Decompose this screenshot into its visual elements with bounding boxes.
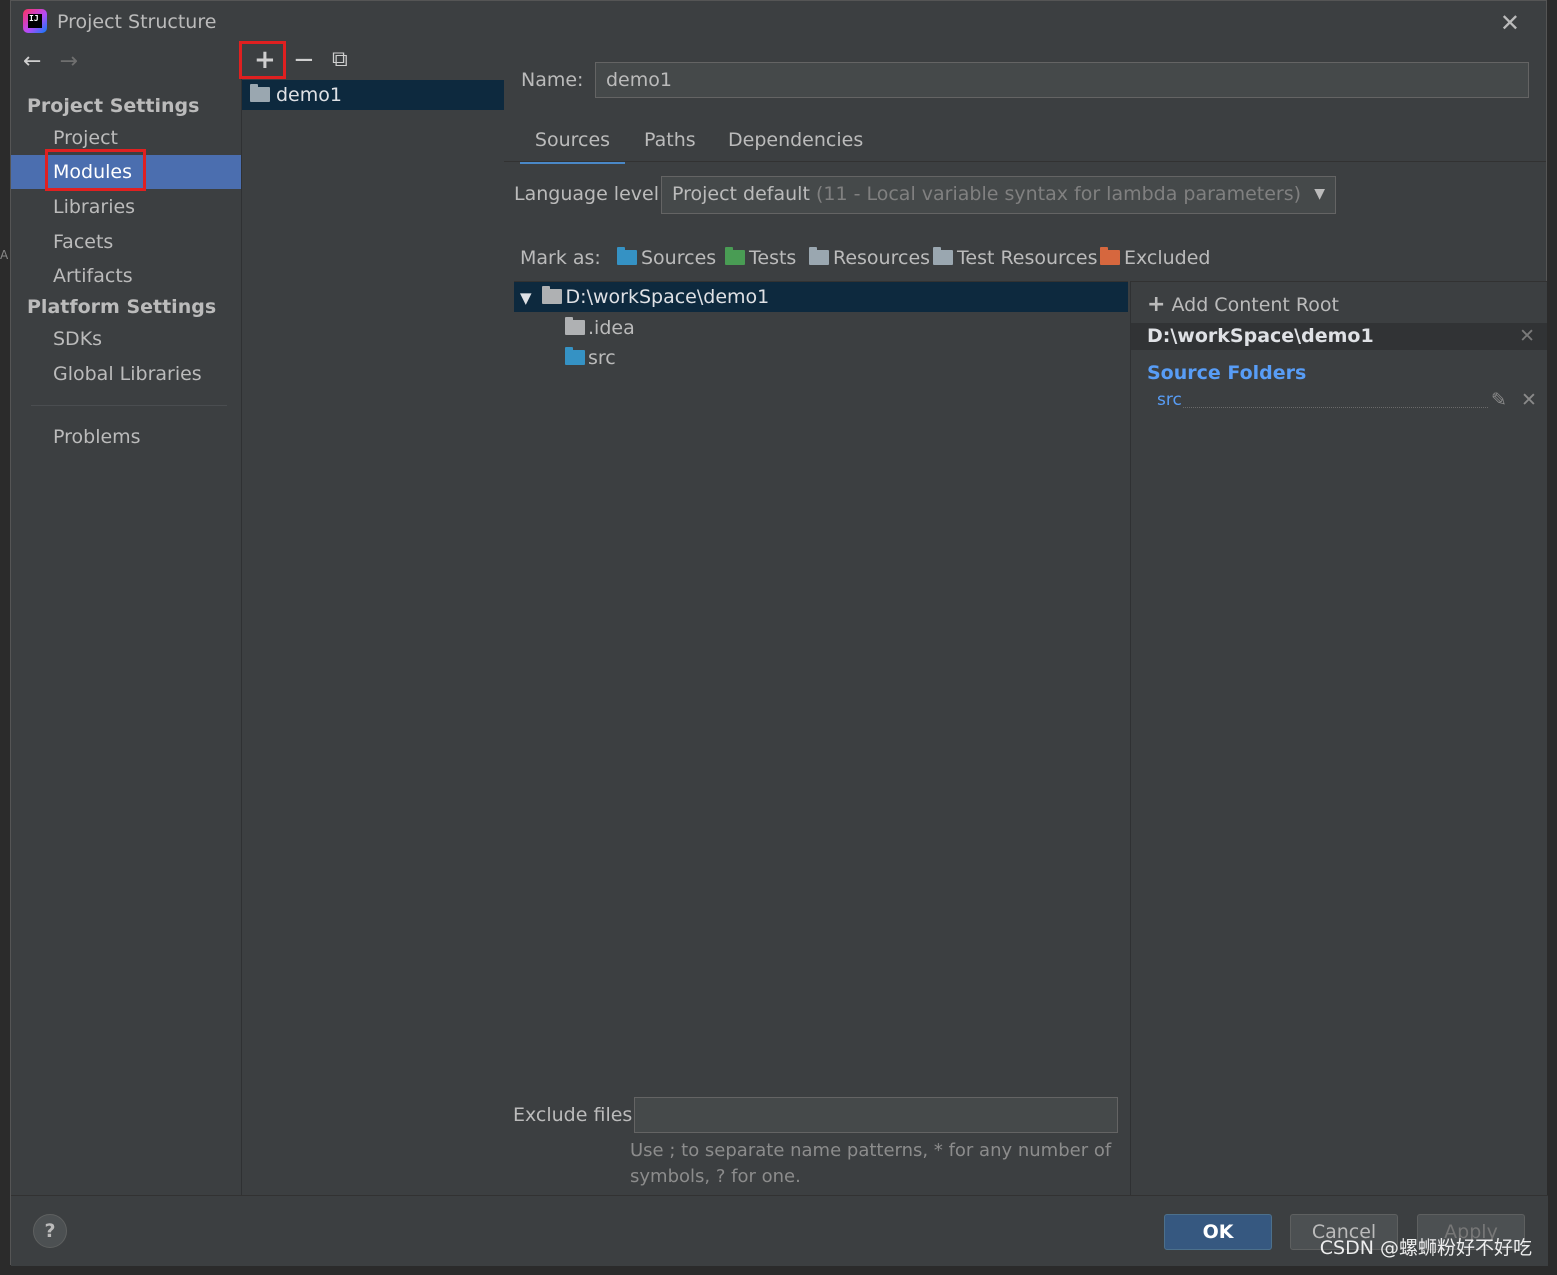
ok-button[interactable]: OK [1164, 1214, 1272, 1250]
nav-item-sdks[interactable]: SDKs [11, 322, 241, 356]
tree-row-src[interactable]: src [514, 343, 1128, 373]
module-folder-icon [250, 84, 270, 102]
plus-icon: + [1147, 292, 1166, 317]
module-name: demo1 [276, 84, 342, 106]
excluded-folder-icon [1100, 247, 1120, 265]
mark-as-label: Mark as: [520, 247, 601, 269]
mark-sources-button[interactable]: Sources [617, 247, 716, 269]
source-folder-src[interactable]: src [1157, 390, 1182, 410]
name-label: Name: [521, 69, 584, 91]
exclude-hint-line1: Use ; to separate name patterns, * for a… [630, 1140, 1112, 1161]
dropdown-caret-icon: ▼ [1314, 186, 1325, 202]
content-root-tree: ▼ D:\workSpace\demo1 .idea src Exclude fi… [513, 281, 1128, 1196]
project-settings-heading: Project Settings [27, 95, 200, 117]
settings-nav: ← → Project Settings Project Modules Libr… [11, 43, 241, 1195]
help-button[interactable]: ? [33, 1214, 67, 1248]
content-root-path: D:\workSpace\demo1 [1147, 325, 1374, 347]
tab-sources[interactable]: Sources [520, 119, 625, 164]
add-content-root-button[interactable]: + Add Content Root [1147, 292, 1339, 317]
forward-arrow-icon[interactable]: → [59, 49, 77, 74]
edge-letter: A [0, 248, 9, 262]
language-level-detail: (11 - Local variable syntax for lambda p… [815, 183, 1302, 205]
add-content-root-label: Add Content Root [1171, 294, 1339, 316]
language-level-select[interactable]: Project default (11 - Local variable syn… [661, 176, 1336, 214]
close-icon[interactable]: ✕ [1500, 9, 1520, 37]
tree-root-row[interactable]: ▼ D:\workSpace\demo1 [514, 282, 1128, 312]
csdn-watermark: CSDN @螺蛳粉好不好吃 [1319, 1237, 1532, 1259]
remove-module-button[interactable]: − [293, 45, 315, 75]
back-arrow-icon[interactable]: ← [23, 49, 41, 74]
nav-item-artifacts[interactable]: Artifacts [11, 259, 241, 293]
mark-tests-label: Tests [749, 247, 797, 269]
remove-source-folder-icon[interactable]: ✕ [1521, 389, 1537, 411]
tests-folder-icon [725, 247, 745, 265]
exclude-hint-line2: symbols, ? for one. [630, 1166, 801, 1187]
language-level-value: Project default [672, 183, 810, 205]
mark-resources-button[interactable]: Resources [809, 247, 930, 269]
sources-folder-icon [617, 247, 637, 265]
src-folder-icon [565, 347, 585, 365]
nav-item-libraries[interactable]: Libraries [11, 190, 241, 224]
nav-item-global-libraries[interactable]: Global Libraries [11, 357, 241, 391]
expand-caret-icon[interactable]: ▼ [520, 289, 532, 307]
module-list-item[interactable]: demo1 [242, 80, 504, 110]
module-name-field[interactable]: demo1 [595, 62, 1529, 98]
tab-divider [504, 161, 1546, 162]
language-level-label: Language level: [514, 183, 666, 205]
module-list-panel: + − ⧉ demo1 [239, 41, 505, 1195]
tree-root-label: D:\workSpace\demo1 [565, 286, 770, 308]
test-resources-folder-icon [933, 247, 953, 265]
tree-row-idea[interactable]: .idea [514, 313, 1128, 343]
content-root-header: D:\workSpace\demo1 ✕ [1131, 323, 1547, 350]
mark-test-resources-button[interactable]: Test Resources [933, 247, 1098, 269]
mark-excluded-label: Excluded [1124, 247, 1211, 269]
mark-excluded-button[interactable]: Excluded [1100, 247, 1211, 269]
tab-paths[interactable]: Paths [644, 119, 696, 161]
resources-folder-icon [809, 247, 829, 265]
exclude-files-field[interactable] [634, 1097, 1118, 1133]
intellij-logo-icon: IJ [23, 9, 47, 33]
content-root-panel: + Add Content Root D:\workSpace\demo1 ✕ … [1130, 281, 1547, 1196]
mark-tests-button[interactable]: Tests [725, 247, 796, 269]
title-bar: IJ Project Structure ✕ [11, 1, 1546, 43]
tree-src-label: src [588, 347, 616, 369]
mark-sources-label: Sources [641, 247, 717, 269]
desktop-strip [0, 0, 10, 1275]
window-title: Project Structure [57, 11, 217, 33]
source-folders-heading: Source Folders [1147, 362, 1307, 384]
source-folder-dotted-line [1183, 407, 1488, 408]
root-folder-icon [541, 286, 562, 304]
module-toolbar: + − ⧉ [239, 41, 504, 79]
module-settings-panel: Name: demo1 Sources Paths Dependencies L… [504, 43, 1547, 1196]
nav-item-problems[interactable]: Problems [11, 420, 241, 454]
platform-settings-heading: Platform Settings [27, 296, 217, 318]
tree-idea-label: .idea [588, 317, 635, 339]
nav-divider [31, 405, 227, 406]
modules-highlight-box [45, 149, 146, 191]
edit-pencil-icon[interactable]: ✎ [1491, 389, 1507, 411]
mark-test-resources-label: Test Resources [957, 247, 1098, 269]
mark-resources-label: Resources [833, 247, 931, 269]
dialog-footer: ? OK Cancel Apply CSDN @螺蛳粉好不好吃 [11, 1195, 1548, 1266]
remove-content-root-icon[interactable]: ✕ [1519, 323, 1535, 350]
add-button-highlight-box [239, 41, 286, 79]
nav-arrows: ← → [23, 49, 96, 74]
project-structure-dialog: IJ Project Structure ✕ ← → Project Settin… [10, 0, 1548, 1266]
tab-dependencies[interactable]: Dependencies [728, 119, 863, 161]
copy-module-button[interactable]: ⧉ [332, 47, 348, 72]
nav-item-facets[interactable]: Facets [11, 225, 241, 259]
idea-folder-icon [565, 317, 585, 335]
exclude-files-label: Exclude files: [513, 1104, 639, 1126]
